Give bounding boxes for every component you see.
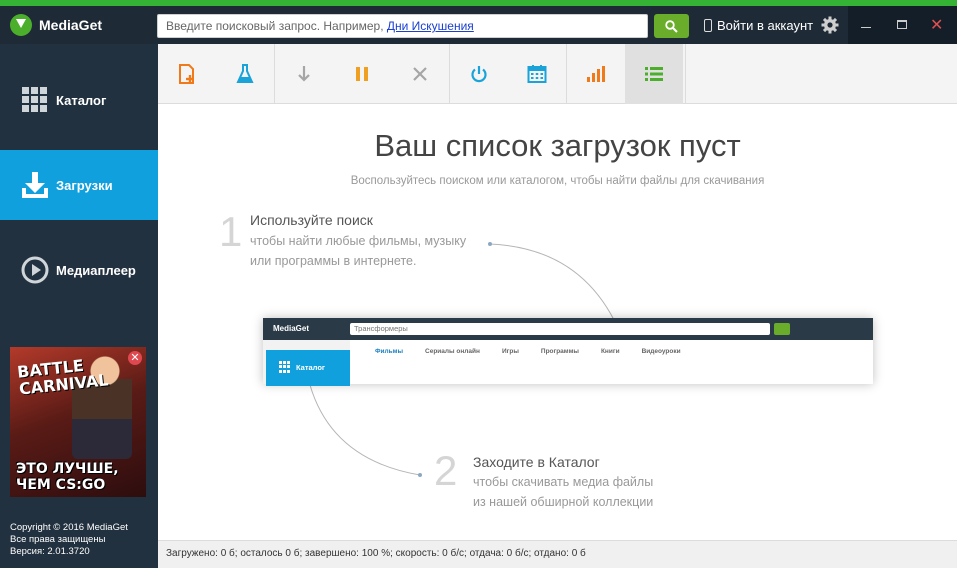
step1-title: Используйте поиск	[250, 212, 373, 228]
step2-title: Заходите в Каталог	[473, 454, 600, 470]
shutdown-button[interactable]	[450, 44, 508, 104]
sidebar-item-label: Загрузки	[56, 177, 113, 193]
flask-icon	[236, 64, 254, 83]
page-subtitle: Воспользуйтесь поиском или каталогом, чт…	[350, 175, 765, 187]
status-bar: Загружено: 0 б; осталось 0 б; завершено:…	[158, 540, 957, 568]
sidebar-item-label: Медиаплеер	[56, 262, 136, 278]
sidebar: Каталог Загрузки Медиаплеер BATTLE CARNI…	[0, 44, 158, 568]
arrow-down-icon	[298, 66, 310, 82]
copyright-info: Copyright © 2016 MediaGet Все права защи…	[10, 522, 128, 557]
new-download-button[interactable]	[158, 44, 216, 104]
close-x-icon	[413, 67, 427, 81]
new-file-icon	[179, 64, 194, 84]
preview-tab: Программы	[540, 348, 579, 355]
preview-tab: Фильмы	[375, 348, 404, 355]
preview-tab: Сериалы онлайн	[425, 348, 480, 355]
sidebar-item-mediaplayer[interactable]: Медиаплеер	[0, 235, 158, 305]
pause-icon	[356, 67, 368, 81]
close-button[interactable]: ✕	[920, 6, 956, 44]
experimental-button[interactable]	[216, 44, 274, 104]
play-icon	[21, 256, 49, 284]
preview-search-field: Трансформеры	[350, 323, 770, 335]
app-name: MediaGet	[39, 17, 103, 33]
preview-tabs: Фильмы Сериалы онлайн Игры Программы Кни…	[375, 348, 681, 355]
sidebar-item-label: Каталог	[56, 92, 107, 108]
window-controls: ✕	[848, 6, 957, 44]
download-icon	[22, 172, 48, 198]
ad-close-icon[interactable]: ✕	[128, 351, 142, 365]
page-title: Ваш список загрузок пуст	[374, 128, 741, 163]
step1-description: чтобы найти любые фильмы, музыку или про…	[250, 234, 467, 268]
preview-tab: Видеоуроки	[641, 348, 681, 355]
start-download-button[interactable]	[275, 44, 333, 104]
search-input[interactable]: Введите поисковый запрос. Например, Дни …	[157, 14, 648, 38]
sidebar-item-catalog[interactable]: Каталог	[0, 65, 158, 135]
mediaget-logo-icon	[10, 14, 32, 36]
preview-catalog-item: Каталог	[266, 350, 350, 386]
search-icon	[665, 20, 678, 33]
list-view-button[interactable]	[625, 44, 683, 104]
search-button[interactable]	[654, 14, 689, 38]
maximize-button[interactable]	[884, 6, 920, 44]
calendar-icon	[527, 65, 547, 83]
scheduler-button[interactable]	[508, 44, 566, 104]
step1-number: 1	[219, 208, 243, 255]
speed-graph-button[interactable]	[567, 44, 625, 104]
ad-slogan: ЭТО ЛУЧШЕ, ЧЕМ CS:GO	[16, 461, 119, 493]
app-logo: MediaGet	[10, 14, 102, 36]
title-bar: MediaGet Введите поисковый запрос. Напри…	[0, 6, 957, 44]
preview-logo: MediaGet	[273, 324, 310, 333]
minimize-button[interactable]	[848, 6, 884, 44]
remove-button[interactable]	[391, 44, 449, 104]
phone-icon	[704, 19, 712, 32]
list-icon	[645, 67, 663, 81]
bar-chart-icon	[587, 66, 605, 82]
search-example-link[interactable]: Дни Искушения	[387, 19, 474, 33]
pause-button[interactable]	[333, 44, 391, 104]
catalog-preview-image: MediaGet Трансформеры Фильмы Сериалы онл…	[263, 318, 873, 384]
login-button[interactable]: Войти в аккаунт	[704, 18, 813, 33]
search-placeholder-text: Введите поисковый запрос. Например,	[166, 19, 387, 33]
login-label: Войти в аккаунт	[717, 18, 814, 33]
preview-title-bar: MediaGet Трансформеры	[263, 318, 873, 340]
step2-number: 2	[434, 447, 458, 494]
power-icon	[471, 66, 487, 83]
minimize-icon	[861, 27, 871, 28]
preview-grid-icon	[279, 361, 291, 373]
close-icon: ✕	[930, 17, 944, 34]
maximize-icon	[897, 20, 907, 29]
preview-search-icon	[774, 323, 790, 335]
gear-icon[interactable]	[821, 16, 839, 34]
toolbar	[158, 44, 957, 104]
toolbar-separator	[685, 44, 686, 104]
step2-description: чтобы скачивать медиа файлы из нашей обш…	[473, 475, 654, 509]
sidebar-item-downloads[interactable]: Загрузки	[0, 150, 158, 220]
preview-tab: Книги	[600, 348, 620, 355]
preview-tab: Игры	[501, 348, 519, 355]
grid-icon	[22, 87, 47, 112]
ad-banner[interactable]: BATTLE CARNIVAL ЭТО ЛУЧШЕ, ЧЕМ CS:GO ✕	[10, 347, 146, 497]
